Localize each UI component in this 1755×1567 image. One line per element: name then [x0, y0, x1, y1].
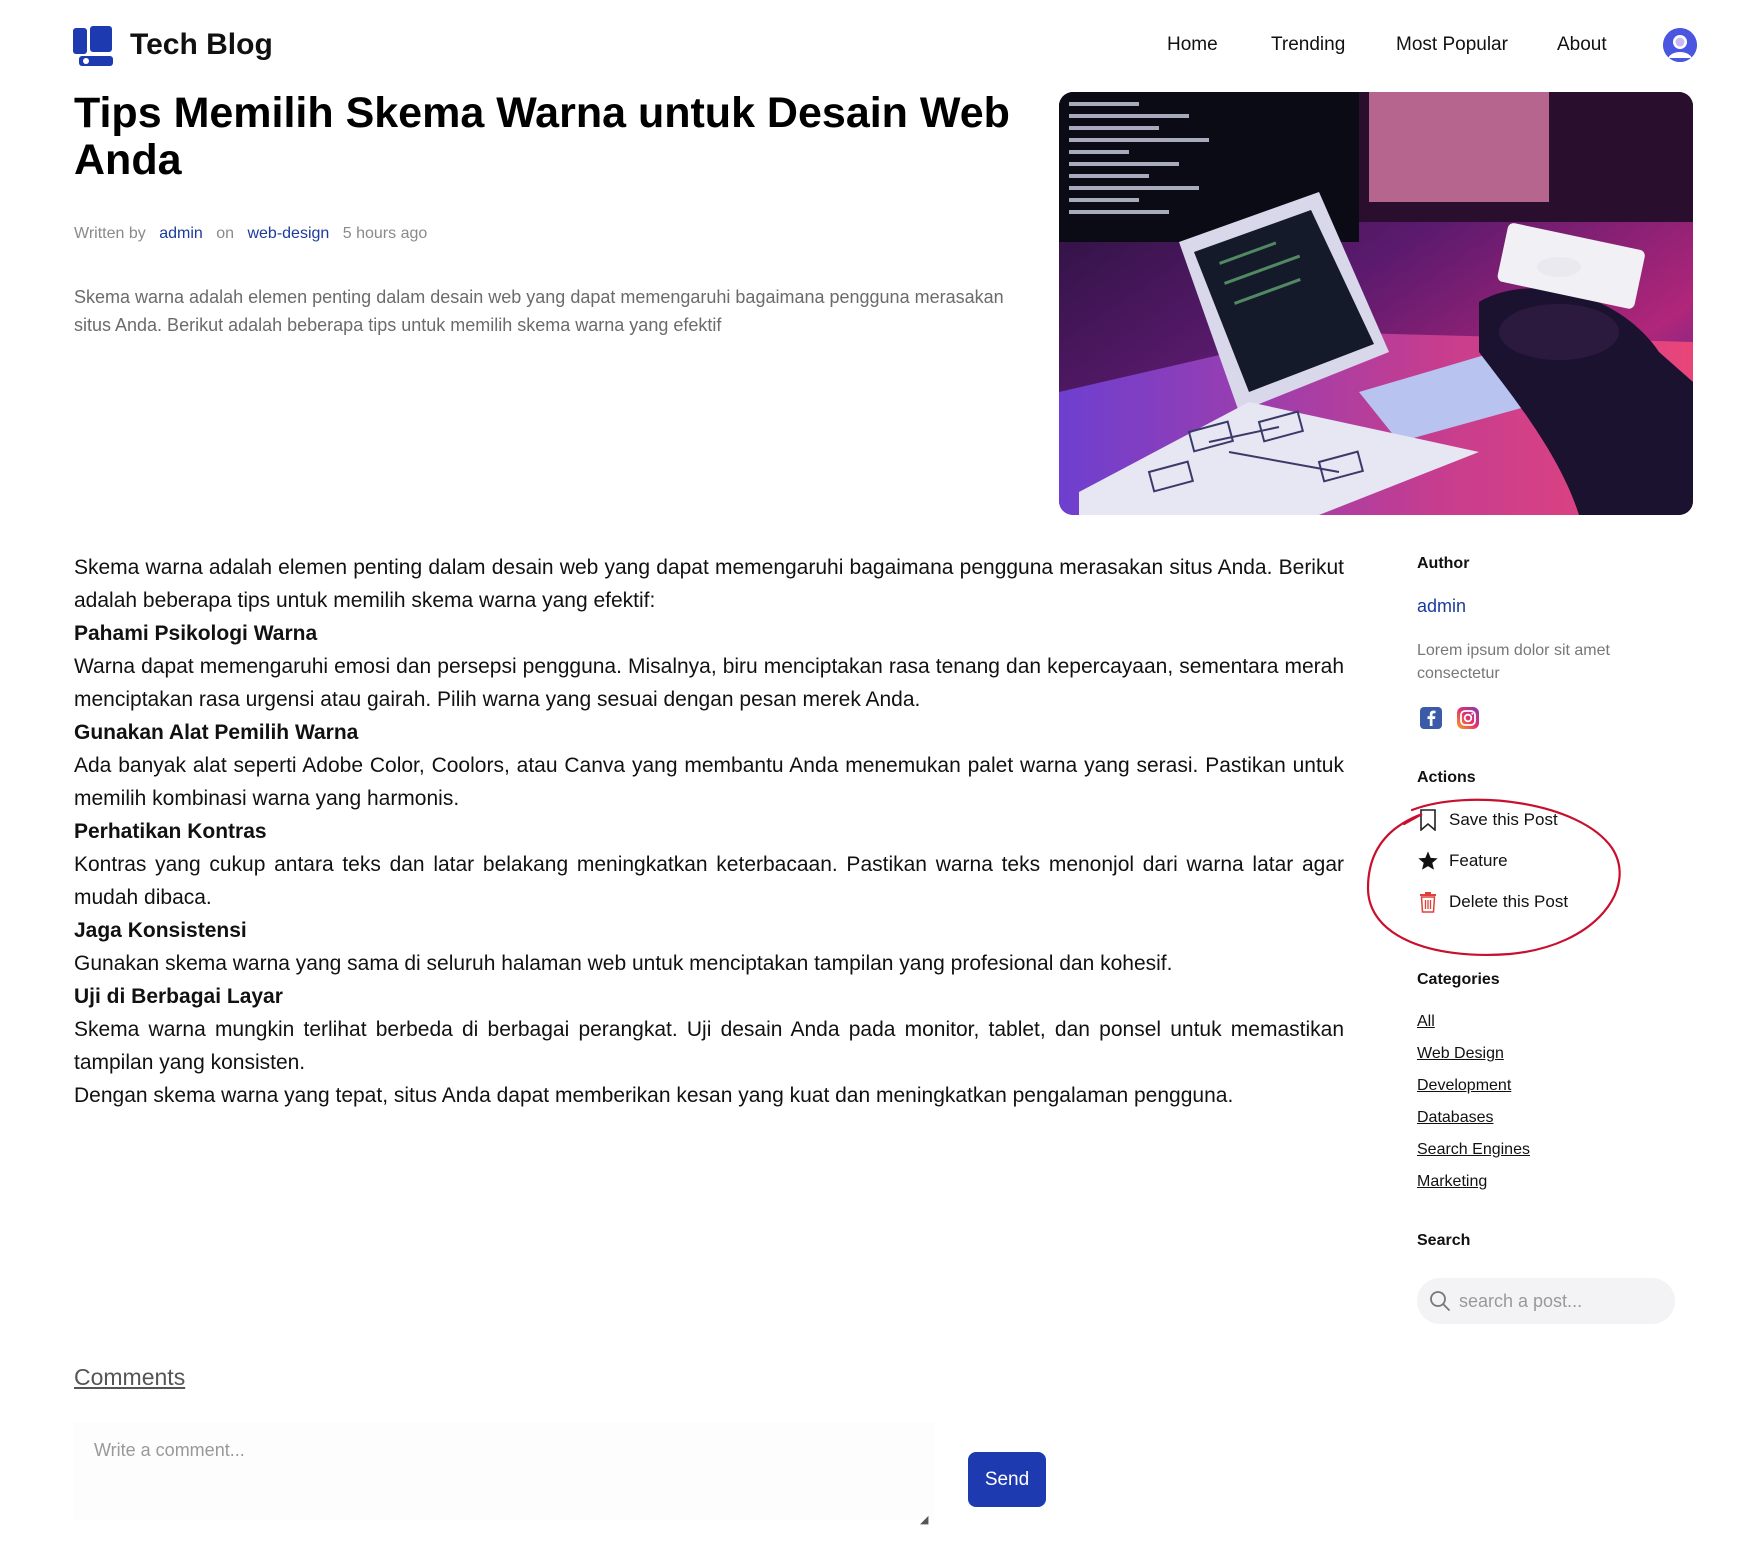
- post-hero-image: [1059, 92, 1693, 515]
- category-link-search-engines[interactable]: Search Engines: [1417, 1141, 1530, 1159]
- nav-home[interactable]: Home: [1167, 34, 1218, 56]
- category-link-all[interactable]: All: [1417, 1013, 1435, 1031]
- meta-on: on: [216, 225, 235, 242]
- trash-icon: [1417, 890, 1439, 914]
- feature-label: Feature: [1449, 851, 1508, 870]
- search-input[interactable]: [1459, 1290, 1659, 1312]
- meta-category-link[interactable]: web-design: [247, 225, 329, 242]
- hero-illustration: [1059, 92, 1693, 515]
- category-link-web-design[interactable]: Web Design: [1417, 1045, 1504, 1063]
- section-text: Gunakan skema warna yang sama di seluruh…: [74, 952, 1173, 975]
- section-heading: Gunakan Alat Pemilih Warna: [74, 721, 359, 744]
- category-link-databases[interactable]: Databases: [1417, 1109, 1494, 1127]
- instagram-icon[interactable]: [1456, 706, 1480, 730]
- save-post-label: Save this Post: [1449, 810, 1558, 829]
- section-text: Ada banyak alat seperti Adobe Color, Coo…: [74, 754, 1344, 810]
- actions-heading: Actions: [1417, 769, 1476, 786]
- facebook-icon[interactable]: [1419, 706, 1443, 730]
- bookmark-icon: [1417, 808, 1439, 832]
- search-box: [1417, 1278, 1675, 1324]
- section-heading: Perhatikan Kontras: [74, 820, 267, 843]
- section-text: Kontras yang cukup antara teks dan latar…: [74, 853, 1344, 909]
- nav-trending[interactable]: Trending: [1271, 34, 1345, 56]
- meta-written-by: Written by: [74, 225, 146, 242]
- section-text: Warna dapat memengaruhi emosi dan persep…: [74, 655, 1344, 711]
- meta-time: 5 hours ago: [342, 225, 428, 242]
- body-intro: Skema warna adalah elemen penting dalam …: [74, 556, 1344, 612]
- site-brand[interactable]: Tech Blog: [130, 28, 273, 62]
- nav-about[interactable]: About: [1557, 34, 1607, 56]
- categories-heading: Categories: [1417, 971, 1500, 988]
- section-heading: Pahami Psikologi Warna: [74, 622, 318, 645]
- section-heading: Uji di Berbagai Layar: [74, 985, 283, 1008]
- delete-post-label: Delete this Post: [1449, 892, 1569, 911]
- section-heading: Jaga Konsistensi: [74, 919, 247, 942]
- post-title: Tips Memilih Skema Warna untuk Desain We…: [74, 89, 1010, 184]
- search-heading: Search: [1417, 1232, 1471, 1249]
- comment-input[interactable]: [74, 1422, 934, 1520]
- star-icon: [1417, 849, 1439, 873]
- delete-post-button[interactable]: Delete this Post: [1417, 889, 1568, 915]
- feature-button[interactable]: Feature: [1417, 848, 1508, 874]
- nav-most-popular[interactable]: Most Popular: [1396, 34, 1508, 56]
- user-avatar-icon[interactable]: [1663, 28, 1697, 62]
- comments-title: Comments: [74, 1364, 186, 1390]
- section-text: Skema warna mungkin terlihat berbeda di …: [74, 1018, 1344, 1074]
- post-excerpt: Skema warna adalah elemen penting dalam …: [74, 287, 1004, 335]
- post-meta: Written by admin on web-design 5 hours a…: [74, 225, 436, 243]
- body-outro: Dengan skema warna yang tepat, situs And…: [74, 1084, 1234, 1107]
- author-bio: Lorem ipsum dolor sit amet consectetur: [1417, 642, 1610, 682]
- author-heading: Author: [1417, 555, 1470, 572]
- comment-box: [74, 1422, 934, 1520]
- post-body: Skema warna adalah elemen penting dalam …: [74, 551, 1344, 1112]
- author-name-link[interactable]: admin: [1417, 596, 1466, 617]
- blog-logo-icon[interactable]: [73, 26, 113, 66]
- save-post-button[interactable]: Save this Post: [1417, 807, 1558, 833]
- resize-grip-icon[interactable]: ◢: [920, 1513, 928, 1526]
- search-icon: [1430, 1291, 1450, 1311]
- category-link-marketing[interactable]: Marketing: [1417, 1173, 1487, 1191]
- meta-author-link[interactable]: admin: [159, 225, 203, 242]
- send-comment-button[interactable]: Send: [968, 1452, 1046, 1507]
- category-link-development[interactable]: Development: [1417, 1077, 1511, 1095]
- site-header: Tech Blog Home Trending Most Popular Abo…: [0, 0, 1755, 92]
